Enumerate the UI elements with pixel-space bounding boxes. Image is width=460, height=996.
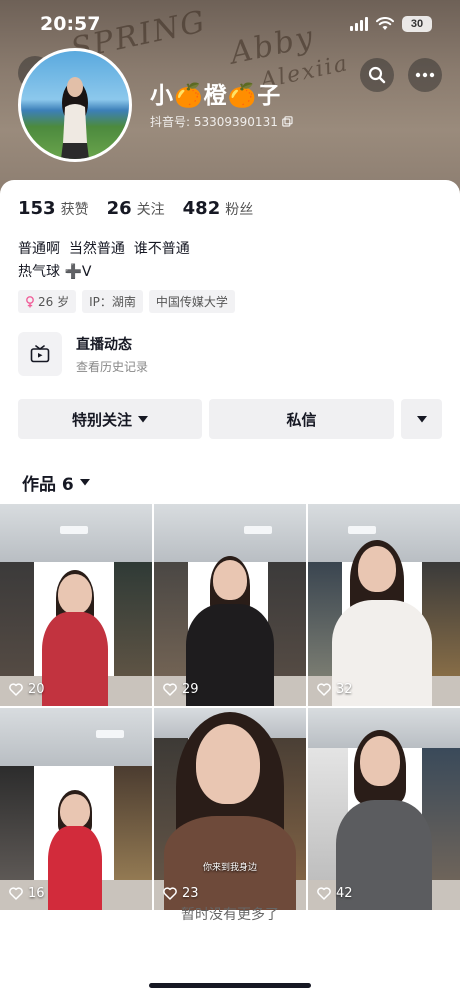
heart-outline-icon [9, 887, 23, 900]
profile-tags: 26 岁 IP：湖南 中国传媒大学 [18, 290, 235, 313]
more-dots-icon [415, 72, 435, 78]
avatar-photo [61, 77, 89, 159]
school-tag[interactable]: 中国传媒大学 [148, 290, 235, 313]
video-thumbnail[interactable]: 16 [0, 708, 152, 910]
live-title: 直播动态 [76, 336, 132, 353]
home-indicator[interactable] [149, 983, 311, 988]
tv-icon [30, 345, 50, 363]
search-button[interactable] [360, 58, 394, 92]
more-actions-dropdown[interactable] [401, 399, 442, 439]
end-of-list-text: 暂时没有更多了 [181, 907, 279, 923]
status-time: 20:57 [40, 13, 101, 35]
heart-outline-icon [317, 683, 331, 696]
works-tab[interactable]: 作品 6 [22, 470, 90, 495]
heart-outline-icon [317, 887, 331, 900]
bio-line: 热气球 ➕V [18, 264, 92, 280]
profile-card: 153 获赞 26 关注 482 粉丝 普通啊 当然普通 谁不普通 热气球 ➕V 26… [0, 180, 460, 996]
heart-outline-icon [163, 887, 177, 900]
like-count: 23 [163, 886, 199, 901]
video-thumbnail[interactable]: 29 [154, 504, 306, 706]
video-thumbnail[interactable]: 20 [0, 504, 152, 706]
bio: 普通啊 当然普通 谁不普通 热气球 ➕V [18, 238, 190, 284]
like-count: 29 [163, 682, 199, 697]
status-bar: 20:57 30 [0, 0, 460, 50]
search-icon [368, 66, 386, 84]
age-tag: 26 岁 [18, 290, 77, 313]
more-options-button[interactable] [408, 58, 442, 92]
nickname: 小🍊橙🍊子 [150, 83, 282, 109]
battery-indicator: 30 [402, 16, 432, 32]
heart-outline-icon [9, 683, 23, 696]
stats-row: 153 获赞 26 关注 482 粉丝 [18, 198, 253, 219]
special-follow-button[interactable]: 特别关注 [18, 399, 202, 439]
copy-icon[interactable] [282, 116, 293, 127]
caret-down-icon [138, 415, 148, 422]
wifi-icon [376, 17, 394, 30]
female-icon [26, 295, 34, 307]
video-thumbnail[interactable]: 42 [308, 708, 460, 910]
ip-location-tag: IP：湖南 [82, 290, 143, 313]
video-thumbnail[interactable]: 你来到我身边 23 [154, 708, 306, 910]
douyin-id[interactable]: 抖音号: 53309390131 [150, 113, 293, 130]
cellular-signal-icon [350, 17, 368, 31]
bio-line: 普通啊 当然普通 谁不普通 [18, 241, 190, 257]
stat-followers[interactable]: 482 粉丝 [183, 198, 254, 219]
video-thumbnail[interactable]: 32 [308, 504, 460, 706]
live-history-entry[interactable]: 直播动态 查看历史记录 [18, 332, 148, 376]
like-count: 42 [317, 886, 353, 901]
douyin-id-text: 抖音号: 53309390131 [150, 115, 278, 129]
like-count: 32 [317, 682, 353, 697]
heart-outline-icon [163, 683, 177, 696]
stat-following[interactable]: 26 关注 [107, 198, 165, 219]
stat-likes[interactable]: 153 获赞 [18, 198, 89, 219]
caret-down-icon [79, 479, 90, 486]
caret-down-icon [416, 415, 427, 422]
video-caption: 你来到我身边 [202, 863, 257, 873]
like-count: 20 [9, 682, 45, 697]
live-subtitle: 查看历史记录 [76, 359, 149, 374]
avatar[interactable] [18, 48, 132, 162]
like-count: 16 [9, 886, 45, 901]
message-button[interactable]: 私信 [209, 399, 394, 439]
